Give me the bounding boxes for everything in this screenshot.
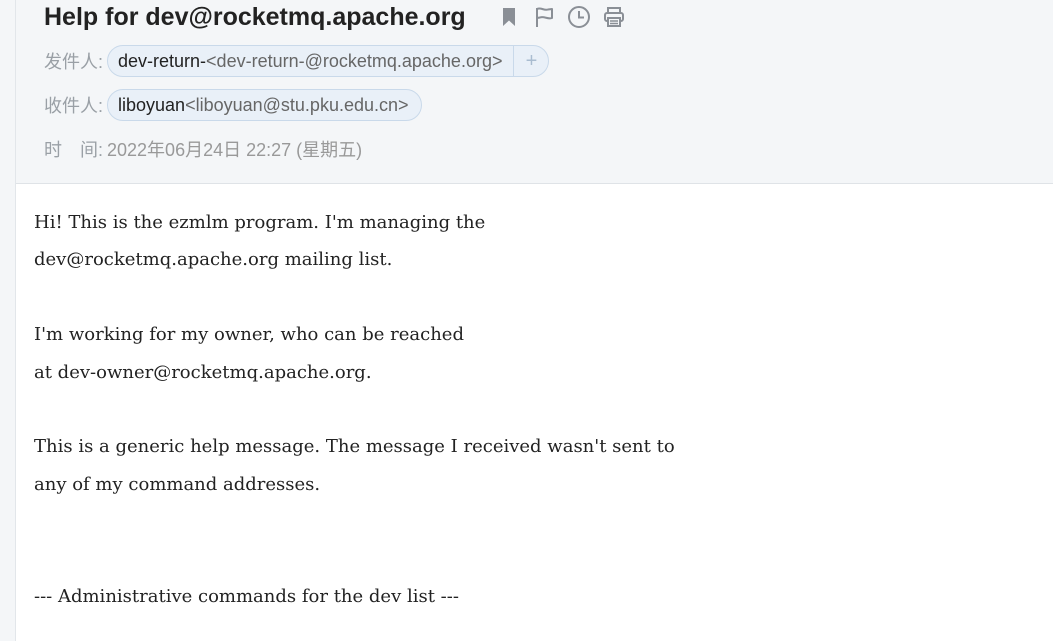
body-line: This is a generic help message. The mess… xyxy=(34,436,675,458)
email-body: Hi! This is the ezmlm program. I'm manag… xyxy=(16,184,1053,641)
flag-icon[interactable] xyxy=(531,4,557,30)
body-line: --- Administrative commands for the dev … xyxy=(34,586,459,608)
clock-icon[interactable] xyxy=(566,4,592,30)
from-label: 发件人: xyxy=(44,52,104,72)
body-line: dev@rocketmq.apache.org mailing list. xyxy=(34,249,393,271)
sent-date: 2022年06月24日 22:27 (星期五) xyxy=(107,140,363,160)
email-header: Help for dev@rocketmq.apache.org 发件人: de… xyxy=(16,0,1053,184)
recipient-name: liboyuan xyxy=(118,94,186,115)
left-gutter xyxy=(0,0,16,641)
body-line: any of my command addresses. xyxy=(34,473,321,495)
body-line: I'm working for my owner, who can be rea… xyxy=(34,324,464,346)
from-sender-chip[interactable]: dev-return- <dev-return-@rocketmq.apache.… xyxy=(107,45,550,77)
email-body-text: Hi! This is the ezmlm program. I'm manag… xyxy=(34,204,675,615)
add-contact-button[interactable]: + xyxy=(513,46,542,76)
body-line: Hi! This is the ezmlm program. I'm manag… xyxy=(34,212,486,233)
email-subject: Help for dev@rocketmq.apache.org xyxy=(44,2,466,31)
time-row: 时 间: 2022年06月24日 22:27 (星期五) xyxy=(44,132,362,166)
from-row: 发件人: dev-return- <dev-return-@rocketmq.ap… xyxy=(44,44,550,78)
recipient-address: <liboyuan@stu.pku.edu.cn> xyxy=(185,94,409,115)
body-line: at dev-owner@rocketmq.apache.org. xyxy=(34,361,372,383)
print-icon[interactable] xyxy=(601,4,627,30)
subject-toolbar xyxy=(496,4,627,30)
subject-row: Help for dev@rocketmq.apache.org xyxy=(44,0,627,34)
sender-name: dev-return- xyxy=(118,50,207,71)
bookmark-icon[interactable] xyxy=(496,4,522,30)
to-row: 收件人: liboyuan <liboyuan@stu.pku.edu.cn> xyxy=(44,88,422,122)
recipient-chip[interactable]: liboyuan <liboyuan@stu.pku.edu.cn> xyxy=(107,89,422,121)
time-label: 时 间: xyxy=(44,140,104,160)
to-label: 收件人: xyxy=(44,96,104,116)
email-reader: Help for dev@rocketmq.apache.org 发件人: de… xyxy=(0,0,1053,641)
sender-address: <dev-return-@rocketmq.apache.org> xyxy=(206,50,503,71)
